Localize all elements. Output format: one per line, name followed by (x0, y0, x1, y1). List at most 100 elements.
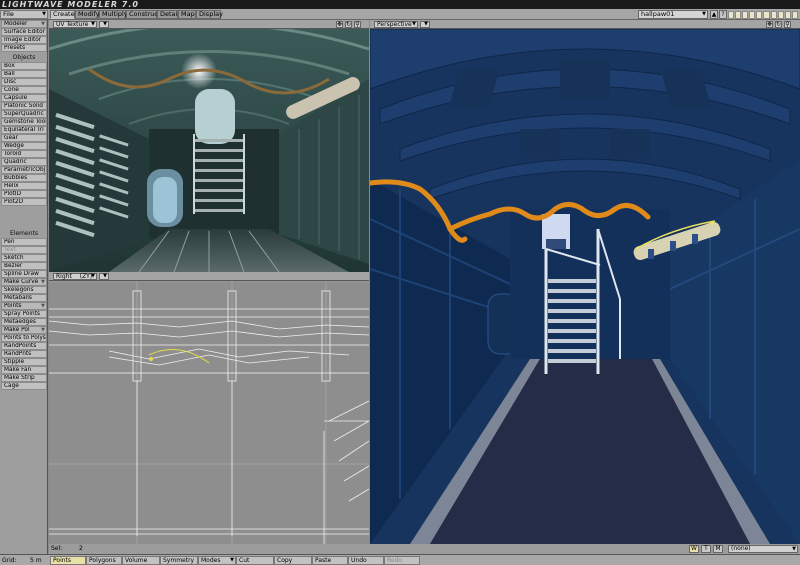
object-tool-platonic-solid[interactable]: Platonic Solid (1, 102, 47, 110)
element-tool-skelegons[interactable]: Skelegons (1, 286, 47, 294)
element-tool-text[interactable]: Text (1, 246, 47, 254)
symmetry-button[interactable]: Symmetry (160, 556, 198, 565)
object-tool-quadric[interactable]: Quadric (1, 158, 47, 166)
object-tool-bubbles[interactable]: Bubbles (1, 174, 47, 182)
modes-dropdown[interactable]: Modes ▼ (198, 556, 236, 565)
tab-construct[interactable]: Construct (126, 10, 160, 19)
layer-up-button[interactable]: ▲ (710, 10, 718, 19)
surface-editor-button[interactable]: Surface Editor (1, 28, 47, 36)
layer-button[interactable] (728, 11, 735, 19)
cut-button[interactable]: Cut (236, 556, 274, 565)
layer-button[interactable] (763, 11, 770, 19)
element-tool-points-to-polys[interactable]: Points to Polys (1, 334, 47, 342)
viewport-view-select[interactable]: Perspective ▼ (374, 21, 418, 28)
mode-label: Symmetry (163, 557, 195, 564)
viewport-render-select[interactable]: ▼ (420, 21, 430, 28)
sidebar-item-label: Disc (4, 79, 17, 85)
file-menu[interactable]: File ▼ (0, 10, 48, 19)
volume-mode-button[interactable]: Volume (122, 556, 160, 565)
chevron-down-icon: ▼ (424, 21, 428, 27)
element-tool-spline-draw[interactable]: Spline Draw (1, 270, 47, 278)
layer-button[interactable] (735, 11, 742, 19)
sidebar-item-label: Cage (4, 383, 19, 389)
object-tool-superquadric[interactable]: SuperQuadric (1, 110, 47, 118)
object-tool-wedge[interactable]: Wedge (1, 142, 47, 150)
object-tool-disc[interactable]: Disc (1, 78, 47, 86)
tab-create[interactable]: Create (50, 10, 75, 19)
layer-button[interactable] (756, 11, 763, 19)
element-tool-stipple[interactable]: Stipple (1, 358, 47, 366)
element-tool-make-curve[interactable]: Make Curve ▼ (1, 278, 47, 286)
element-tool-bezier[interactable]: Bezier (1, 262, 47, 270)
corridor-photo (49, 29, 369, 272)
copy-button[interactable]: Copy (274, 556, 312, 565)
viewport-view-select[interactable]: UV Texture ▼ (53, 21, 97, 28)
layer-button[interactable] (777, 11, 784, 19)
objects-header: Objects (12, 54, 36, 61)
object-tool-toroid[interactable]: Toroid (1, 150, 47, 158)
element-tool-points[interactable]: Points ▼ (1, 302, 47, 310)
layer-help-button[interactable]: ? (719, 10, 727, 19)
move-view-icon[interactable]: ✥ (336, 21, 343, 28)
object-tool-plot2d[interactable]: Plot2D (1, 198, 47, 206)
viewport-perspective[interactable]: Perspective ▼ ▼ ✥ ↻ ⚲ (370, 20, 800, 544)
tab-detail[interactable]: Detail (157, 10, 179, 19)
undo-button[interactable]: Undo (348, 556, 384, 565)
rotate-view-icon[interactable]: ↻ (345, 21, 352, 28)
element-tool-make-pol[interactable]: Make Pol ▼ (1, 326, 47, 334)
presets-button[interactable]: Presets (1, 44, 47, 52)
sidebar-item-label: Cone (4, 87, 19, 93)
element-tool-sketch[interactable]: Sketch (1, 254, 47, 262)
object-tool-equilateral-tri[interactable]: Equilateral Tri (1, 126, 47, 134)
viewport-right[interactable]: Right (ZY) ▼ ▼ (49, 272, 369, 554)
element-tool-cage[interactable]: Cage (1, 382, 47, 390)
polygons-mode-button[interactable]: Polygons (86, 556, 122, 565)
element-tool-metaedges[interactable]: Metaedges (1, 318, 47, 326)
tab-label: Map (181, 10, 195, 18)
tab-modify[interactable]: Modify (75, 10, 100, 19)
object-tool-ball[interactable]: Ball (1, 70, 47, 78)
object-tool-gear[interactable]: Gear (1, 134, 47, 142)
zoom-view-icon[interactable]: ⚲ (354, 21, 361, 28)
element-tool-randpnts[interactable]: RandPnts (1, 350, 47, 358)
paste-button[interactable]: Paste (312, 556, 348, 565)
object-tool-plotid[interactable]: PlotID (1, 190, 47, 198)
modeler-menu[interactable]: Modeler ▼ (1, 20, 47, 28)
texture-map-button[interactable]: T (701, 545, 711, 553)
layer-button[interactable] (770, 11, 777, 19)
object-tool-helix[interactable]: Helix (1, 182, 47, 190)
layer-button[interactable] (791, 11, 798, 19)
object-tool-cone[interactable]: Cone (1, 86, 47, 94)
rotate-view-icon[interactable]: ↻ (775, 21, 782, 28)
object-tool-gemstone-tool[interactable]: Gemstone Tool (1, 118, 47, 126)
element-tool-metaballs[interactable]: Metaballs (1, 294, 47, 302)
element-tool-randpoints[interactable]: RandPoints (1, 342, 47, 350)
viewport-render-select[interactable]: ▼ (99, 21, 109, 28)
element-tool-make-fan[interactable]: Make Fan (1, 366, 47, 374)
layer-button[interactable] (784, 11, 791, 19)
element-tool-pen[interactable]: Pen (1, 238, 47, 246)
tab-display[interactable]: Display (196, 10, 223, 19)
viewport-view-select[interactable]: Right (ZY) ▼ (53, 273, 97, 280)
element-tool-spray-points[interactable]: Spray Points (1, 310, 47, 318)
points-mode-button[interactable]: Points (50, 556, 86, 565)
viewport-render-select[interactable]: ▼ (99, 273, 109, 280)
layer-select[interactable]: hallpaw01 ▼ (638, 10, 708, 19)
tab-multiply[interactable]: Multiply (99, 10, 128, 19)
tab-map[interactable]: Map (178, 10, 196, 19)
move-view-icon[interactable]: ✥ (766, 21, 773, 28)
zoom-view-icon[interactable]: ⚲ (784, 21, 791, 28)
layer-button[interactable] (749, 11, 756, 19)
object-tool-box[interactable]: Box (1, 62, 47, 70)
image-editor-button[interactable]: Image Editor (1, 36, 47, 44)
vertex-map-select[interactable]: (none) ▼ (728, 545, 798, 553)
element-tool-make-strip[interactable]: Make Strip (1, 374, 47, 382)
object-tool-capsule[interactable]: Capsule (1, 94, 47, 102)
layer-button[interactable] (742, 11, 749, 19)
weight-map-button[interactable]: W (689, 545, 699, 553)
object-tool-parametricobj[interactable]: ParametricObj (1, 166, 47, 174)
sidebar-item-label: Equilateral Tri (4, 127, 44, 133)
morph-map-button[interactable]: M (713, 545, 723, 553)
redo-button[interactable]: Redo (384, 556, 420, 565)
viewport-uv-texture[interactable]: UV Texture ▼ ▼ ✥ ↻ ⚲ (49, 20, 369, 272)
